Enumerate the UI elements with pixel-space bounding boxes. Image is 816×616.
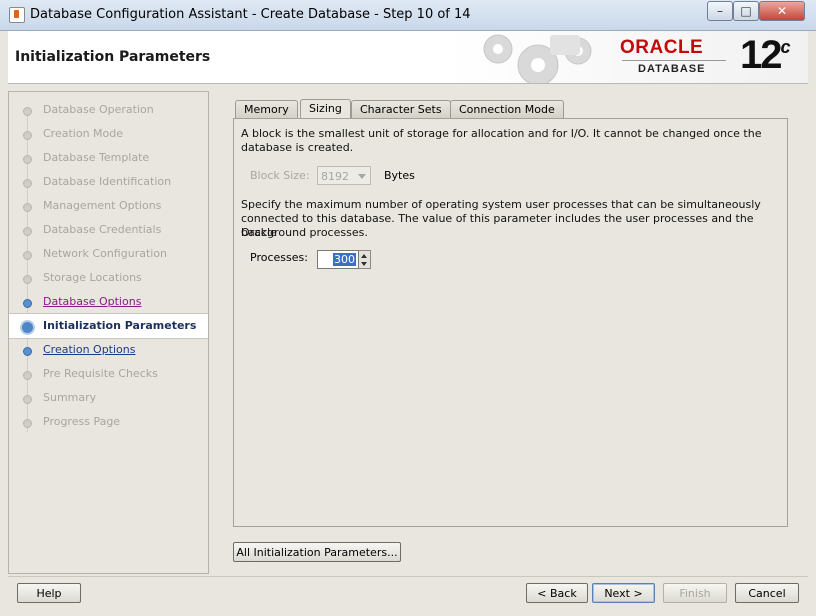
processes-description-line-1: Specify the maximum number of operating … bbox=[241, 198, 761, 211]
step-dot-icon bbox=[23, 299, 32, 308]
block-size-unit: Bytes bbox=[384, 169, 415, 182]
step-database-template: Database Template bbox=[9, 146, 208, 170]
step-label: Database Operation bbox=[43, 103, 154, 116]
step-database-identification: Database Identification bbox=[9, 170, 208, 194]
cancel-button[interactable]: Cancel bbox=[735, 583, 799, 603]
maximize-button[interactable]: □ bbox=[733, 1, 759, 21]
step-dot-icon bbox=[23, 395, 32, 404]
step-dot-icon bbox=[23, 179, 32, 188]
step-label[interactable]: Database Options bbox=[43, 295, 141, 308]
processes-stepper[interactable] bbox=[359, 250, 371, 269]
step-label: Progress Page bbox=[43, 415, 121, 428]
version-badge: 12c bbox=[740, 33, 791, 78]
block-description-line-1: A block is the smallest unit of storage … bbox=[241, 127, 762, 140]
step-storage-locations: Storage Locations bbox=[9, 266, 208, 290]
step-label[interactable]: Creation Options bbox=[43, 343, 135, 356]
step-label: Network Configuration bbox=[43, 247, 168, 260]
step-creation-mode: Creation Mode bbox=[9, 122, 208, 146]
step-database-credentials: Database Credentials bbox=[9, 218, 208, 242]
steps-panel: Database Operation Creation Mode Databas… bbox=[8, 91, 209, 574]
step-database-operation: Database Operation bbox=[9, 98, 208, 122]
processes-description-line-3: background processes. bbox=[241, 226, 368, 239]
step-database-options[interactable]: Database Options bbox=[9, 290, 208, 314]
step-label: Summary bbox=[43, 391, 97, 404]
block-description-line-2: database is created. bbox=[241, 141, 354, 154]
page-header: Initialization Parameters ORACLE DATABAS… bbox=[8, 31, 808, 84]
version-number: 12 bbox=[740, 33, 782, 77]
next-button[interactable]: Next > bbox=[592, 583, 655, 603]
step-label: Storage Locations bbox=[43, 271, 142, 284]
step-current-icon bbox=[20, 320, 35, 335]
step-initialization-parameters: Initialization Parameters bbox=[9, 313, 208, 339]
app-icon bbox=[9, 7, 25, 23]
oracle-wordmark: ORACLE bbox=[620, 37, 704, 58]
version-suffix: c bbox=[780, 37, 791, 57]
block-size-label: Block Size: bbox=[250, 169, 310, 182]
tab-connection-mode[interactable]: Connection Mode bbox=[450, 100, 564, 118]
spinner-up-icon[interactable] bbox=[361, 254, 367, 258]
step-dot-icon bbox=[23, 155, 32, 164]
step-label: Pre Requisite Checks bbox=[43, 367, 158, 380]
step-dot-icon bbox=[23, 371, 32, 380]
step-creation-options[interactable]: Creation Options bbox=[9, 338, 208, 362]
block-size-select: 8192 bbox=[317, 166, 371, 185]
finish-button[interactable]: Finish bbox=[663, 583, 727, 603]
sizing-panel: A block is the smallest unit of storage … bbox=[233, 118, 788, 527]
logo-divider bbox=[622, 60, 726, 61]
step-label: Database Credentials bbox=[43, 223, 162, 236]
step-management-options: Management Options bbox=[9, 194, 208, 218]
step-dot-icon bbox=[23, 275, 32, 284]
window-titlebar: Database Configuration Assistant - Creat… bbox=[0, 0, 816, 31]
tab-memory[interactable]: Memory bbox=[235, 100, 298, 118]
step-dot-icon bbox=[23, 203, 32, 212]
all-initialization-parameters-button[interactable]: All Initialization Parameters... bbox=[233, 542, 401, 562]
step-pre-requisite-checks: Pre Requisite Checks bbox=[9, 362, 208, 386]
minimize-button[interactable]: – bbox=[707, 1, 733, 21]
step-label: Creation Mode bbox=[43, 127, 124, 140]
step-dot-icon bbox=[23, 107, 32, 116]
back-button[interactable]: < Back bbox=[526, 583, 588, 603]
tab-sizing[interactable]: Sizing bbox=[300, 99, 351, 119]
spinner-down-icon[interactable] bbox=[361, 262, 367, 266]
step-dot-icon bbox=[23, 227, 32, 236]
step-label: Initialization Parameters bbox=[43, 319, 197, 332]
oracle-subtitle: DATABASE bbox=[638, 63, 706, 75]
step-label: Database Identification bbox=[43, 175, 172, 188]
step-label: Management Options bbox=[43, 199, 162, 212]
step-dot-icon bbox=[23, 251, 32, 260]
window-title: Database Configuration Assistant - Creat… bbox=[30, 7, 471, 22]
step-dot-icon bbox=[23, 347, 32, 356]
bottom-separator bbox=[8, 576, 808, 577]
tab-character-sets[interactable]: Character Sets bbox=[351, 100, 451, 118]
close-button[interactable]: ✕ bbox=[759, 1, 805, 21]
help-button[interactable]: Help bbox=[17, 583, 81, 603]
gears-graphic-icon bbox=[483, 34, 592, 83]
page-title: Initialization Parameters bbox=[15, 49, 211, 65]
step-summary: Summary bbox=[9, 386, 208, 410]
processes-input[interactable]: 300 bbox=[317, 250, 359, 269]
chevron-down-icon bbox=[358, 174, 366, 179]
step-progress-page: Progress Page bbox=[9, 410, 208, 434]
step-dot-icon bbox=[23, 419, 32, 428]
step-label: Database Template bbox=[43, 151, 150, 164]
processes-label: Processes: bbox=[250, 251, 308, 264]
step-network-configuration: Network Configuration bbox=[9, 242, 208, 266]
step-dot-icon bbox=[23, 131, 32, 140]
processes-value[interactable]: 300 bbox=[333, 253, 356, 266]
block-size-value: 8192 bbox=[321, 170, 349, 183]
